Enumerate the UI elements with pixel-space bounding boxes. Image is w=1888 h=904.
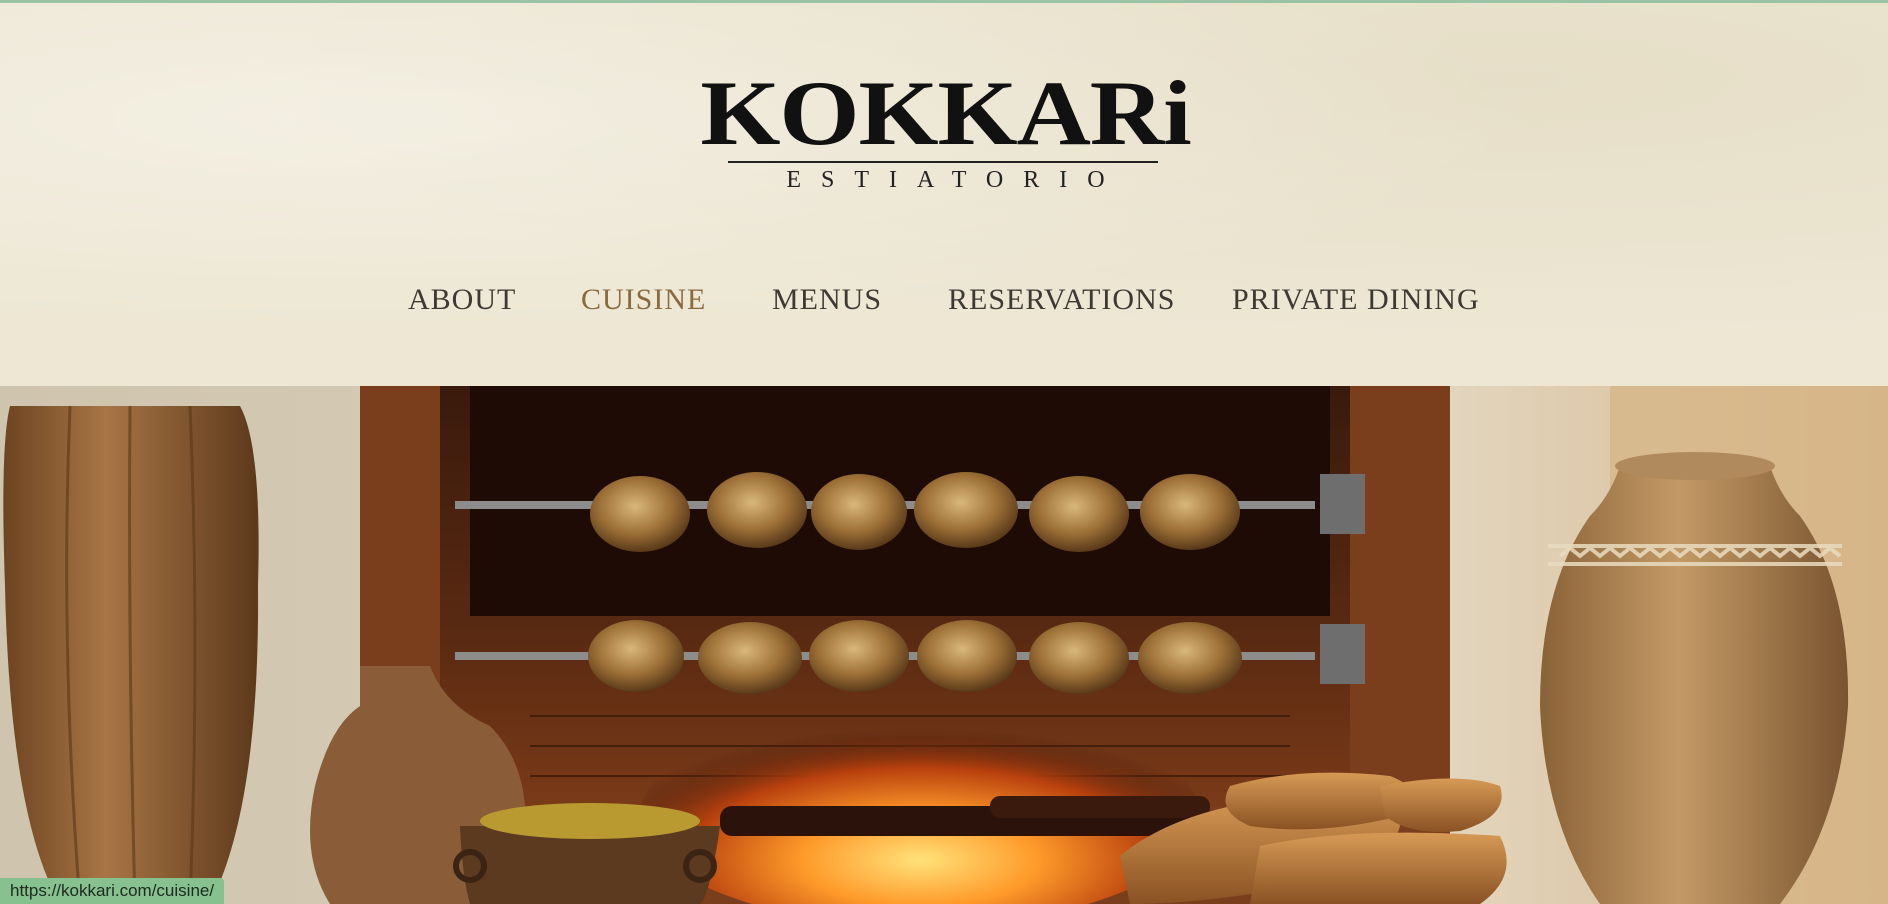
link-preview-status: https://kokkari.com/cuisine/ bbox=[0, 878, 225, 904]
nav-item-menus[interactable]: MENUS bbox=[772, 275, 882, 325]
nav-item-about[interactable]: ABOUT bbox=[408, 275, 516, 325]
logo-divider bbox=[728, 161, 1158, 163]
nav-item-cuisine[interactable]: CUISINE bbox=[581, 275, 706, 325]
site-logo[interactable]: KOKKARi ESTIATORIO bbox=[698, 63, 1193, 193]
main-navigation: ABOUT CUISINE MENUS RESERVATIONS PRIVATE… bbox=[0, 275, 1888, 325]
nav-item-private-dining[interactable]: PRIVATE DINING bbox=[1232, 275, 1480, 325]
logo-wordmark: KOKKARi bbox=[700, 62, 1191, 164]
hearth-rotisserie-photo bbox=[0, 386, 1888, 904]
nav-item-reservations[interactable]: RESERVATIONS bbox=[948, 275, 1175, 325]
site-header: KOKKARi ESTIATORIO ABOUT CUISINE MENUS R… bbox=[0, 3, 1888, 386]
logo-tagline: ESTIATORIO bbox=[786, 167, 1125, 193]
hero-image bbox=[0, 386, 1888, 904]
